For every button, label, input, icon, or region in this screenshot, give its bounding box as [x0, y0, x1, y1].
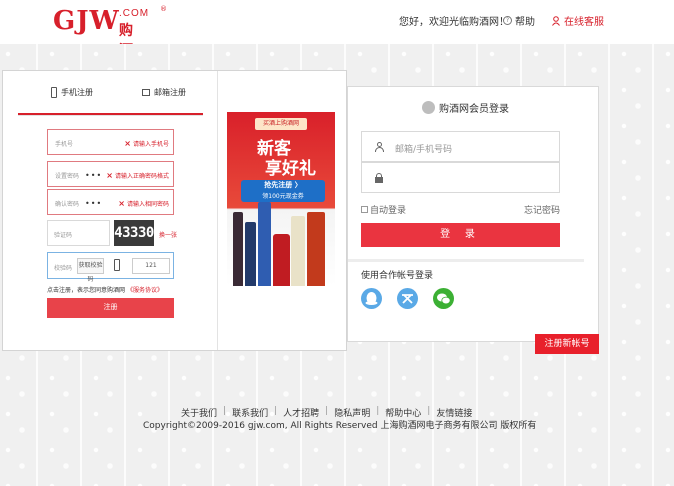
confirm-password-field[interactable]: 确认密码 ••• × 请输入相同密码 — [47, 189, 174, 215]
wechat-icon[interactable] — [433, 288, 454, 309]
login-button[interactable]: 登 录 — [361, 223, 560, 247]
confirm-error: × 请输入相同密码 — [118, 199, 169, 208]
password-field[interactable]: 设置密码 ••• × 请输入正确密码格式 — [47, 161, 174, 187]
phone-placeholder: 手机号 — [55, 141, 74, 148]
captcha-image[interactable]: 43330 — [114, 220, 154, 246]
password-error-text: 请输入正确密码格式 — [114, 173, 169, 180]
online-service-label: 在线客服 — [564, 17, 604, 28]
mobile-icon — [51, 87, 57, 98]
captcha-refresh-link[interactable]: 换一张 — [159, 230, 177, 239]
account-placeholder: 邮箱/手机号码 — [395, 145, 453, 155]
sms-placeholder: 校验码 — [54, 265, 73, 272]
sms-code-field[interactable]: 校验码 获取校验码 121 — [47, 252, 174, 283]
site-header: GJW .COM ® 购酒网 您好，欢迎光临购酒网！ ? 帮助 在线客服 — [0, 0, 674, 79]
auto-login-label: 自动登录 — [370, 206, 407, 216]
bottle-image — [273, 234, 290, 286]
person-icon — [552, 15, 560, 26]
register-submit-button[interactable]: 注册 — [47, 298, 174, 318]
promo-title-line2: 享好礼 — [265, 159, 316, 179]
online-service-link[interactable]: 在线客服 — [552, 13, 604, 28]
promo-badge: 抢先注册 〉 领100元现金券 — [241, 180, 325, 202]
login-panel: 购酒网会员登录 邮箱/手机号码 自动登录 忘记密码 登 录 使用合作帐号登录 — [347, 86, 599, 342]
agreement-line: 点击注册，表示您同意购酒网 《服务协议》 — [47, 285, 163, 294]
forgot-password-link[interactable]: 忘记密码 — [524, 203, 560, 216]
password-value: ••• — [85, 171, 103, 180]
error-x-icon: × — [118, 198, 125, 208]
bottle-image — [258, 202, 271, 286]
password-placeholder: 设置密码 — [55, 173, 80, 180]
mobile-icon — [114, 259, 120, 271]
mail-icon — [142, 89, 150, 96]
agreement-text: 点击注册，表示您同意购酒网 — [47, 287, 126, 294]
captcha-placeholder: 验证码 — [54, 232, 73, 239]
promo-badge-line1: 抢先注册 〉 — [264, 181, 302, 189]
login-title-text: 购酒网会员登录 — [439, 104, 509, 115]
bottle-image — [245, 222, 256, 286]
partner-login-title: 使用合作帐号登录 — [361, 271, 434, 281]
bottle-image — [233, 212, 243, 286]
tab-divider — [18, 115, 203, 116]
tab-email-label: 邮箱注册 — [154, 88, 186, 97]
login-separator — [348, 259, 584, 262]
password-input[interactable] — [361, 162, 560, 193]
captcha-input[interactable]: 验证码 — [47, 220, 110, 246]
help-label: 帮助 — [515, 17, 535, 28]
confirm-error-text: 请输入相同密码 — [126, 201, 169, 208]
get-sms-code-button[interactable]: 获取校验码 — [77, 258, 104, 283]
phone-error: × 请输入手机号 — [124, 139, 169, 148]
logo-wordmark: GJW — [53, 6, 120, 36]
logo-registered-mark: ® — [160, 5, 167, 13]
password-error: × 请输入正确密码格式 — [106, 171, 169, 180]
logo-com: .COM — [119, 8, 150, 19]
error-x-icon: × — [106, 170, 113, 180]
help-icon: ? — [503, 16, 512, 25]
confirm-placeholder: 确认密码 — [55, 201, 80, 208]
weibo-icon[interactable] — [397, 288, 418, 309]
lock-icon — [374, 173, 384, 183]
copyright-text: Copyright©2009-2016 gjw.com, All Rights … — [143, 421, 537, 431]
sms-countdown: 121 — [132, 258, 170, 274]
panel-divider — [217, 71, 218, 350]
user-icon — [374, 142, 384, 152]
service-agreement-link[interactable]: 《服务协议》 — [127, 287, 163, 294]
phone-error-text: 请输入手机号 — [132, 141, 169, 148]
auto-login-checkbox[interactable]: 自动登录 — [361, 203, 406, 216]
checkbox-box — [361, 206, 368, 213]
error-x-icon: × — [124, 138, 131, 148]
help-link[interactable]: ? 帮助 — [503, 13, 535, 28]
login-title: 购酒网会员登录 — [422, 100, 509, 115]
bottle-image — [307, 212, 325, 286]
welcome-text: 您好，欢迎光临购酒网！ — [399, 17, 509, 28]
promo-banner[interactable]: 买酒上购酒网 新客 享好礼 抢先注册 〉 领100元现金券 — [227, 112, 335, 286]
avatar-icon — [422, 101, 435, 114]
register-new-account-button[interactable]: 注册新帐号 — [535, 334, 599, 354]
promo-badge-line2: 领100元现金券 — [262, 193, 304, 200]
confirm-value: ••• — [85, 199, 103, 208]
tab-email-register[interactable]: 邮箱注册 — [142, 87, 186, 98]
bottle-image — [291, 216, 305, 286]
qq-icon[interactable] — [361, 288, 382, 309]
tab-phone-register[interactable]: 手机注册 — [51, 87, 93, 98]
phone-field[interactable]: 手机号 × 请输入手机号 — [47, 129, 174, 155]
promo-top-label: 买酒上购酒网 — [255, 118, 307, 130]
tab-phone-label: 手机注册 — [61, 88, 93, 97]
account-input[interactable]: 邮箱/手机号码 — [361, 131, 560, 162]
